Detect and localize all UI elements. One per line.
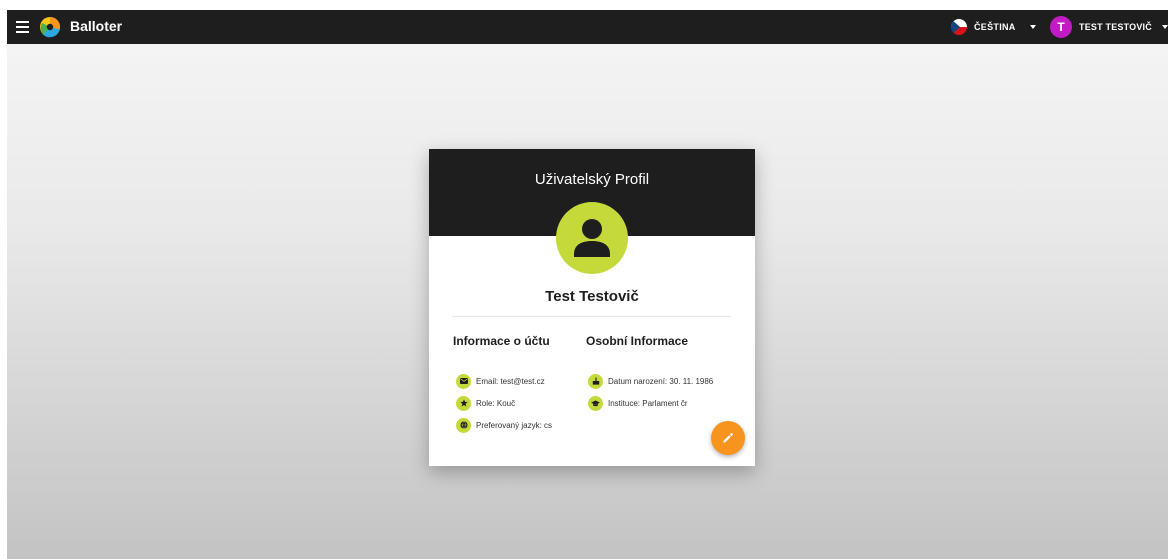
- role-text: Role: Kouč: [476, 398, 516, 408]
- page-background: Balloter ČEŠTINA T TEST TESTOVIČ Uživate…: [7, 10, 1168, 559]
- divider: [452, 316, 731, 317]
- email-text: Email: test@test.cz: [476, 376, 545, 386]
- user-name: TEST TESTOVIČ: [1079, 22, 1152, 32]
- school-icon: [588, 395, 603, 411]
- cake-icon: [588, 373, 603, 389]
- person-icon: [574, 219, 610, 257]
- star-icon: [456, 395, 471, 411]
- edit-profile-button[interactable]: [711, 421, 745, 455]
- personal-info-institution: Instituce: Parlament čr: [588, 395, 688, 411]
- personal-info-birthdate: Datum narození: 30. 11. 1986: [588, 373, 713, 389]
- language-text: Preferovaný jazyk: cs: [476, 420, 553, 430]
- user-menu[interactable]: T TEST TESTOVIČ: [1050, 15, 1168, 39]
- language-label: ČEŠTINA: [974, 22, 1016, 32]
- pencil-icon: [723, 433, 733, 443]
- account-info-language: Preferovaný jazyk: cs: [456, 417, 552, 433]
- account-info-role: Role: Kouč: [456, 395, 515, 411]
- czech-flag-icon: [951, 19, 967, 35]
- chevron-down-icon: [1161, 25, 1168, 29]
- profile-card: Uživatelský Profil Test Testovič Informa…: [429, 149, 755, 466]
- profile-title: Uživatelský Profil: [534, 171, 650, 188]
- personal-section-title: Osobní Informace: [586, 334, 689, 348]
- globe-icon: [456, 417, 471, 433]
- app-title[interactable]: Balloter: [70, 18, 122, 34]
- balloter-logo-icon[interactable]: [39, 16, 61, 38]
- institution-text: Instituce: Parlament čr: [608, 398, 688, 408]
- chevron-down-icon: [1029, 25, 1036, 29]
- menu-icon[interactable]: [16, 21, 29, 33]
- user-avatar: T: [1050, 16, 1072, 38]
- account-info-email: Email: test@test.cz: [456, 373, 545, 389]
- birthdate-text: Datum narození: 30. 11. 1986: [608, 376, 714, 386]
- app-bar: Balloter ČEŠTINA T TEST TESTOVIČ: [7, 10, 1168, 44]
- language-selector[interactable]: ČEŠTINA: [951, 18, 1036, 36]
- profile-avatar: [556, 202, 628, 274]
- account-section-title: Informace o účtu: [453, 334, 550, 348]
- profile-name: Test Testovič: [545, 288, 639, 305]
- email-icon: [456, 373, 471, 389]
